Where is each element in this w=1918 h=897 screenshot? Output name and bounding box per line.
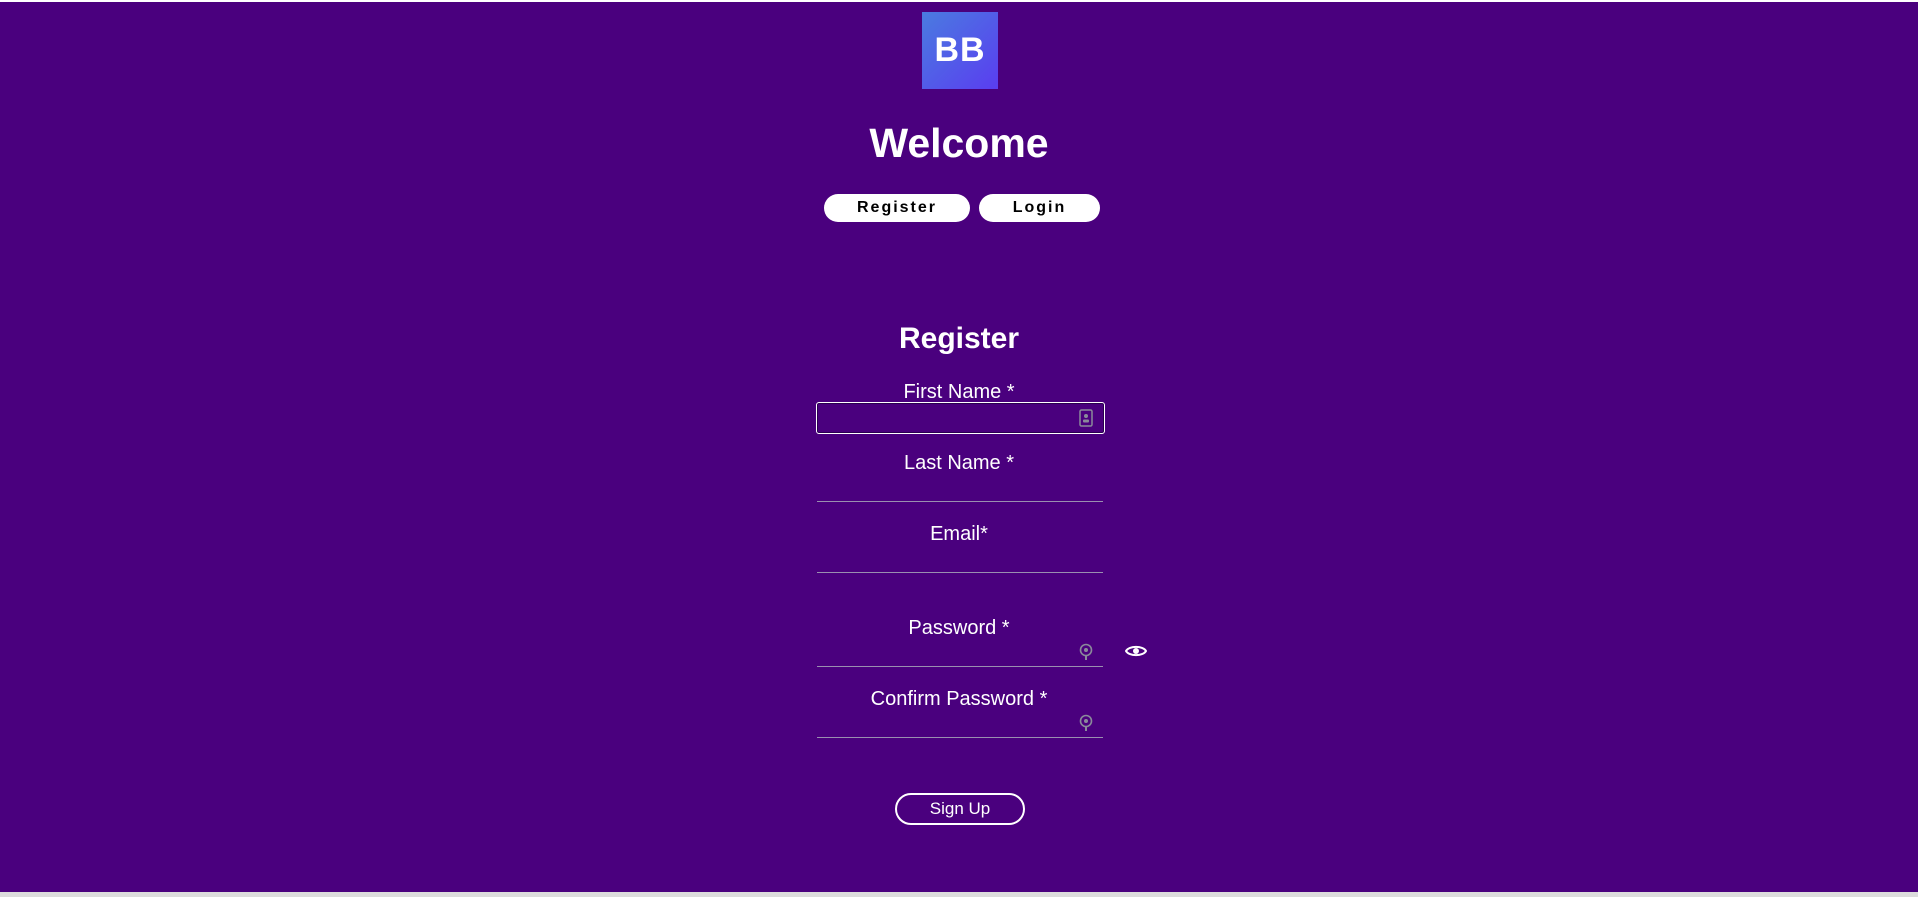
bottom-border	[0, 892, 1918, 897]
login-tab-button[interactable]: Login	[979, 194, 1100, 222]
page-background: BB Welcome Register Login Register First…	[0, 2, 1918, 892]
form-title: Register	[898, 322, 1020, 355]
page-title: Welcome	[869, 120, 1049, 166]
show-password-toggle[interactable]	[1124, 641, 1148, 661]
confirm-password-input[interactable]	[817, 712, 1103, 738]
eye-icon	[1125, 645, 1147, 657]
key-icon	[1079, 714, 1093, 732]
first-name-input[interactable]	[816, 402, 1105, 434]
register-tab-button[interactable]: Register	[824, 194, 970, 222]
email-input[interactable]	[817, 547, 1103, 573]
logo: BB	[922, 12, 998, 89]
last-name-label: Last Name *	[903, 452, 1015, 474]
first-name-label: First Name *	[903, 381, 1015, 403]
key-icon	[1079, 643, 1093, 661]
password-input[interactable]	[817, 641, 1103, 667]
contact-card-icon	[1079, 409, 1093, 427]
sign-up-button[interactable]: Sign Up	[895, 793, 1025, 825]
confirm-password-label: Confirm Password *	[870, 688, 1048, 710]
logo-text: BB	[934, 31, 986, 69]
email-label: Email*	[930, 523, 988, 545]
password-label: Password *	[908, 617, 1010, 639]
last-name-input[interactable]	[817, 476, 1103, 502]
